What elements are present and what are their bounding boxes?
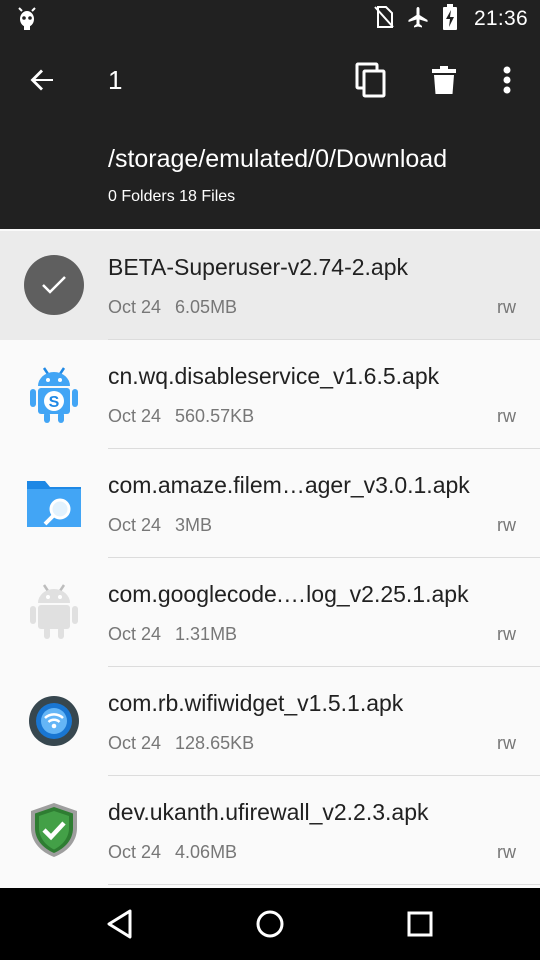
svg-text:S: S <box>49 394 60 411</box>
android-default-icon <box>24 582 84 642</box>
divider <box>108 884 540 885</box>
no-sim-icon <box>374 5 394 34</box>
file-name: com.rb.wifiwidget_v1.5.1.apk <box>108 690 404 716</box>
copy-icon[interactable] <box>352 61 390 99</box>
file-row[interactable]: dev.ukanth.ufirewall_v2.2.3.apk Oct 24 4.… <box>0 776 540 885</box>
file-row[interactable]: com.googlecode.…log_v2.25.1.apk Oct 24 1.… <box>0 558 540 667</box>
more-options-icon[interactable] <box>488 61 526 99</box>
file-permissions: rw <box>497 842 516 862</box>
folder-file-summary: 0 Folders 18 Files <box>108 188 236 205</box>
file-row[interactable]: com.rb.wifiwidget_v1.5.1.apk Oct 24 128.6… <box>0 667 540 776</box>
delete-icon[interactable] <box>425 61 463 99</box>
file-size: 4.06MB <box>175 842 238 862</box>
file-list: BETA-Superuser-v2.74-2.apk Oct 24 6.05MB … <box>0 231 540 888</box>
file-name: cn.wq.disableservice_v1.6.5.apk <box>108 363 440 389</box>
back-arrow-icon[interactable] <box>26 64 58 96</box>
file-size: 3MB <box>175 515 213 535</box>
status-bar: 21:36 <box>0 0 540 38</box>
file-date: Oct 24 <box>108 842 162 862</box>
navigation-bar <box>0 888 540 960</box>
file-permissions: rw <box>497 733 516 753</box>
file-permissions: rw <box>497 297 516 317</box>
wifi-icon <box>24 691 84 751</box>
file-row[interactable]: com.amaze.filem…ager_v3.0.1.apk Oct 24 3M… <box>0 449 540 558</box>
file-size: 128.65KB <box>175 733 255 753</box>
file-date: Oct 24 <box>108 297 162 317</box>
file-date: Oct 24 <box>108 733 162 753</box>
file-size: 6.05MB <box>175 297 238 317</box>
selection-count: 1 <box>108 65 123 95</box>
file-name: com.amaze.filem…ager_v3.0.1.apk <box>108 472 470 498</box>
android-app-icon: S <box>24 364 84 424</box>
android-debug-icon <box>16 7 38 36</box>
file-permissions: rw <box>497 624 516 644</box>
file-date: Oct 24 <box>108 624 162 644</box>
file-row[interactable]: BETA-Superuser-v2.74-2.apk Oct 24 6.05MB … <box>0 231 540 340</box>
recents-square-icon[interactable] <box>400 904 440 944</box>
file-permissions: rw <box>497 515 516 535</box>
file-permissions: rw <box>497 406 516 426</box>
file-name: BETA-Superuser-v2.74-2.apk <box>108 254 408 280</box>
back-triangle-icon[interactable] <box>100 904 140 944</box>
home-circle-icon[interactable] <box>250 904 290 944</box>
battery-charging-icon <box>442 3 458 35</box>
file-row[interactable]: S cn.wq.disableservice_v1.6.5.apk Oct 24… <box>0 340 540 449</box>
shield-check-icon <box>24 800 84 860</box>
current-path: /storage/emulated/0/Download <box>108 145 448 173</box>
airplane-mode-icon <box>406 5 430 34</box>
file-name: dev.ukanth.ufirewall_v2.2.3.apk <box>108 799 429 825</box>
folder-search-icon <box>24 473 84 533</box>
clock-time: 21:36 <box>473 7 528 30</box>
file-size: 560.57KB <box>175 406 255 426</box>
file-date: Oct 24 <box>108 515 162 535</box>
selection-app-bar: 1 /storage/emulated/0/Download 0 Folders… <box>0 38 540 229</box>
file-size: 1.31MB <box>175 624 238 644</box>
file-name: com.googlecode.…log_v2.25.1.apk <box>108 581 469 607</box>
file-date: Oct 24 <box>108 406 162 426</box>
checkmark-icon[interactable] <box>24 255 84 315</box>
